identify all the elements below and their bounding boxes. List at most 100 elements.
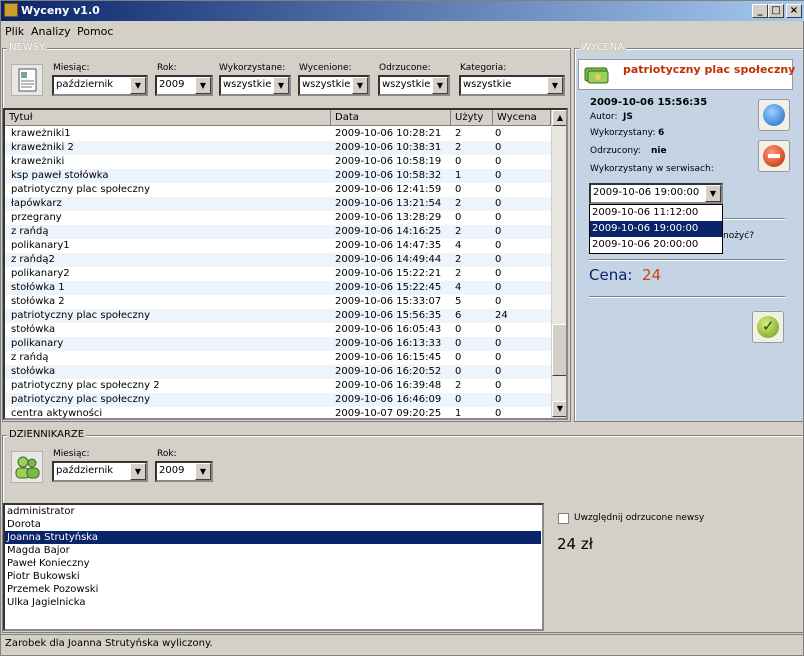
table-row[interactable]: kraweżniki1 2009-10-06 10:28:21 2 0: [5, 127, 551, 141]
serwis-select[interactable]: 2009-10-06 19:00:00 ▼: [589, 183, 723, 204]
serwis-option[interactable]: 2009-10-06 11:12:00: [590, 205, 722, 221]
dz-rok-value: 2009: [159, 465, 185, 476]
maximize-button[interactable]: □: [768, 4, 784, 18]
table-row[interactable]: stołówka 2009-10-06 16:20:52 0 0: [5, 365, 551, 379]
table-cell: 2009-10-06 12:41:59: [335, 184, 442, 195]
filter-odrzucone-select[interactable]: wszystkie ▼: [378, 75, 450, 96]
dz-rok-select[interactable]: 2009 ▼: [155, 461, 213, 482]
journalist-list[interactable]: administrator Dorota Joanna Strutyńska Magd…: [3, 503, 544, 631]
list-item[interactable]: Ulka Jagielnicka: [5, 596, 541, 609]
table-cell: stołówka: [11, 324, 56, 335]
col-wycena[interactable]: Wycena: [493, 110, 551, 126]
menu-analizy[interactable]: Analizy: [31, 25, 71, 38]
table-cell: 0: [455, 184, 462, 195]
table-cell: przegrany: [11, 212, 62, 223]
include-rejected-checkbox[interactable]: [558, 513, 569, 524]
table-cell: ksp paweł stołówka: [11, 170, 109, 181]
remove-button[interactable]: [758, 140, 790, 172]
table-cell: 2: [455, 254, 462, 265]
table-cell: 2009-10-06 15:22:45: [335, 282, 442, 293]
table-cell: z rańdą2: [11, 254, 55, 265]
table-cell: 5: [455, 296, 462, 307]
table-row[interactable]: stołówka 1 2009-10-06 15:22:45 4 0: [5, 281, 551, 295]
table-row[interactable]: polikanary2 2009-10-06 15:22:21 2 0: [5, 267, 551, 281]
list-item[interactable]: Magda Bajor: [5, 544, 541, 557]
table-cell: 0: [495, 212, 502, 223]
filter-odrzucone-label: Odrzucone:: [379, 63, 431, 73]
table-row[interactable]: patriotyczny plac społeczny 2009-10-06 15…: [5, 309, 551, 323]
app-icon: [4, 3, 18, 17]
table-cell: 0: [495, 338, 502, 349]
table-row[interactable]: polikanary1 2009-10-06 14:47:35 4 0: [5, 239, 551, 253]
list-item[interactable]: Paweł Konieczny: [5, 557, 541, 570]
col-tytul[interactable]: Tytuł: [5, 110, 331, 126]
scroll-thumb[interactable]: [552, 324, 566, 376]
table-row[interactable]: polikanary 2009-10-06 16:13:33 0 0: [5, 337, 551, 351]
list-item[interactable]: Dorota: [5, 518, 541, 531]
table-row[interactable]: centra aktywności 2009-10-07 09:20:25 1 0: [5, 407, 551, 418]
filter-rok-select[interactable]: 2009 ▼: [155, 75, 213, 96]
serwis-option-selected[interactable]: 2009-10-06 19:00:00: [590, 221, 722, 237]
list-item[interactable]: Piotr Bukowski: [5, 570, 541, 583]
serwis-option[interactable]: 2009-10-06 20:00:00: [590, 237, 722, 253]
news-table-header: Tytuł Data Użyty Wycena: [5, 110, 566, 126]
scroll-up-icon[interactable]: ▲: [552, 110, 566, 126]
table-row[interactable]: kraweżniki 2009-10-06 10:58:19 0 0: [5, 155, 551, 169]
serwis-dropdown-list[interactable]: 2009-10-06 11:12:00 2009-10-06 19:00:00 …: [589, 204, 723, 254]
table-cell: stołówka 1: [11, 282, 65, 293]
table-cell: polikanary2: [11, 268, 70, 279]
table-row[interactable]: patriotyczny plac społeczny 2009-10-06 12…: [5, 183, 551, 197]
table-cell: 0: [455, 324, 462, 335]
menu-pomoc[interactable]: Pomoc: [77, 25, 113, 38]
table-row[interactable]: z rańdą 2009-10-06 14:16:25 2 0: [5, 225, 551, 239]
menu-plik[interactable]: Plik: [5, 25, 24, 38]
col-data[interactable]: Data: [331, 110, 451, 126]
filter-miesiac-select[interactable]: październik ▼: [52, 75, 148, 96]
table-row[interactable]: stołówka 2009-10-06 16:05:43 0 0: [5, 323, 551, 337]
close-button[interactable]: ×: [786, 4, 802, 18]
scroll-down-icon[interactable]: ▼: [552, 401, 566, 417]
table-cell: łapówkarz: [11, 198, 62, 209]
status-text: Zarobek dla Joanna Strutyńska wyliczony.: [5, 638, 213, 649]
table-cell: 0: [495, 366, 502, 377]
list-item[interactable]: administrator: [5, 505, 541, 518]
col-uzyty[interactable]: Użyty: [451, 110, 493, 126]
search-button[interactable]: [758, 99, 790, 131]
table-cell: patriotyczny plac społeczny 2: [11, 380, 160, 391]
filter-wykorzystane-select[interactable]: wszystkie ▼: [219, 75, 291, 96]
list-item[interactable]: Joanna Strutyńska: [5, 531, 541, 544]
table-cell: 2009-10-06 16:15:45: [335, 352, 442, 363]
people-icon: [11, 451, 43, 483]
minimize-button[interactable]: _: [752, 4, 768, 18]
table-row[interactable]: z rańdą2 2009-10-06 14:49:44 2 0: [5, 253, 551, 267]
list-item[interactable]: Przemek Pozowski: [5, 583, 541, 596]
filter-wycenione-select[interactable]: wszystkie ▼: [298, 75, 370, 96]
serwis-selected-value: 2009-10-06 19:00:00: [593, 187, 700, 198]
table-cell: 0: [495, 156, 502, 167]
table-cell: polikanary: [11, 338, 64, 349]
wykorzystany-value: 6: [658, 128, 665, 138]
earnings-amount: 24 zł: [557, 535, 593, 553]
table-cell: 0: [495, 324, 502, 335]
table-row[interactable]: kraweżniki 2 2009-10-06 10:38:31 2 0: [5, 141, 551, 155]
dz-miesiac-select[interactable]: październik ▼: [52, 461, 148, 482]
table-row[interactable]: patriotyczny plac społeczny 2 2009-10-06 …: [5, 379, 551, 393]
table-row[interactable]: z rańdą 2009-10-06 16:15:45 0 0: [5, 351, 551, 365]
confirm-button[interactable]: ✓: [752, 311, 784, 343]
table-cell: 2009-10-06 13:21:54: [335, 198, 442, 209]
table-cell: polikanary1: [11, 240, 70, 251]
table-cell: 24: [495, 310, 508, 321]
table-row[interactable]: ksp paweł stołówka 2009-10-06 10:58:32 1 0: [5, 169, 551, 183]
news-table-scrollbar[interactable]: ▲ ▼: [551, 110, 566, 418]
table-row[interactable]: łapówkarz 2009-10-06 13:21:54 2 0: [5, 197, 551, 211]
table-cell: patriotyczny plac społeczny: [11, 394, 151, 405]
table-cell: 0: [455, 212, 462, 223]
table-cell: 2009-10-06 16:46:09: [335, 394, 442, 405]
filter-kategoria-select[interactable]: wszystkie ▼: [459, 75, 565, 96]
table-row[interactable]: patriotyczny plac społeczny 2009-10-06 16…: [5, 393, 551, 407]
table-row[interactable]: stołówka 2 2009-10-06 15:33:07 5 0: [5, 295, 551, 309]
table-row[interactable]: przegrany 2009-10-06 13:28:29 0 0: [5, 211, 551, 225]
filter-kategoria-label: Kategoria:: [460, 63, 507, 73]
chevron-down-icon: ▼: [352, 77, 368, 94]
table-cell: 2009-10-06 15:22:21: [335, 268, 442, 279]
